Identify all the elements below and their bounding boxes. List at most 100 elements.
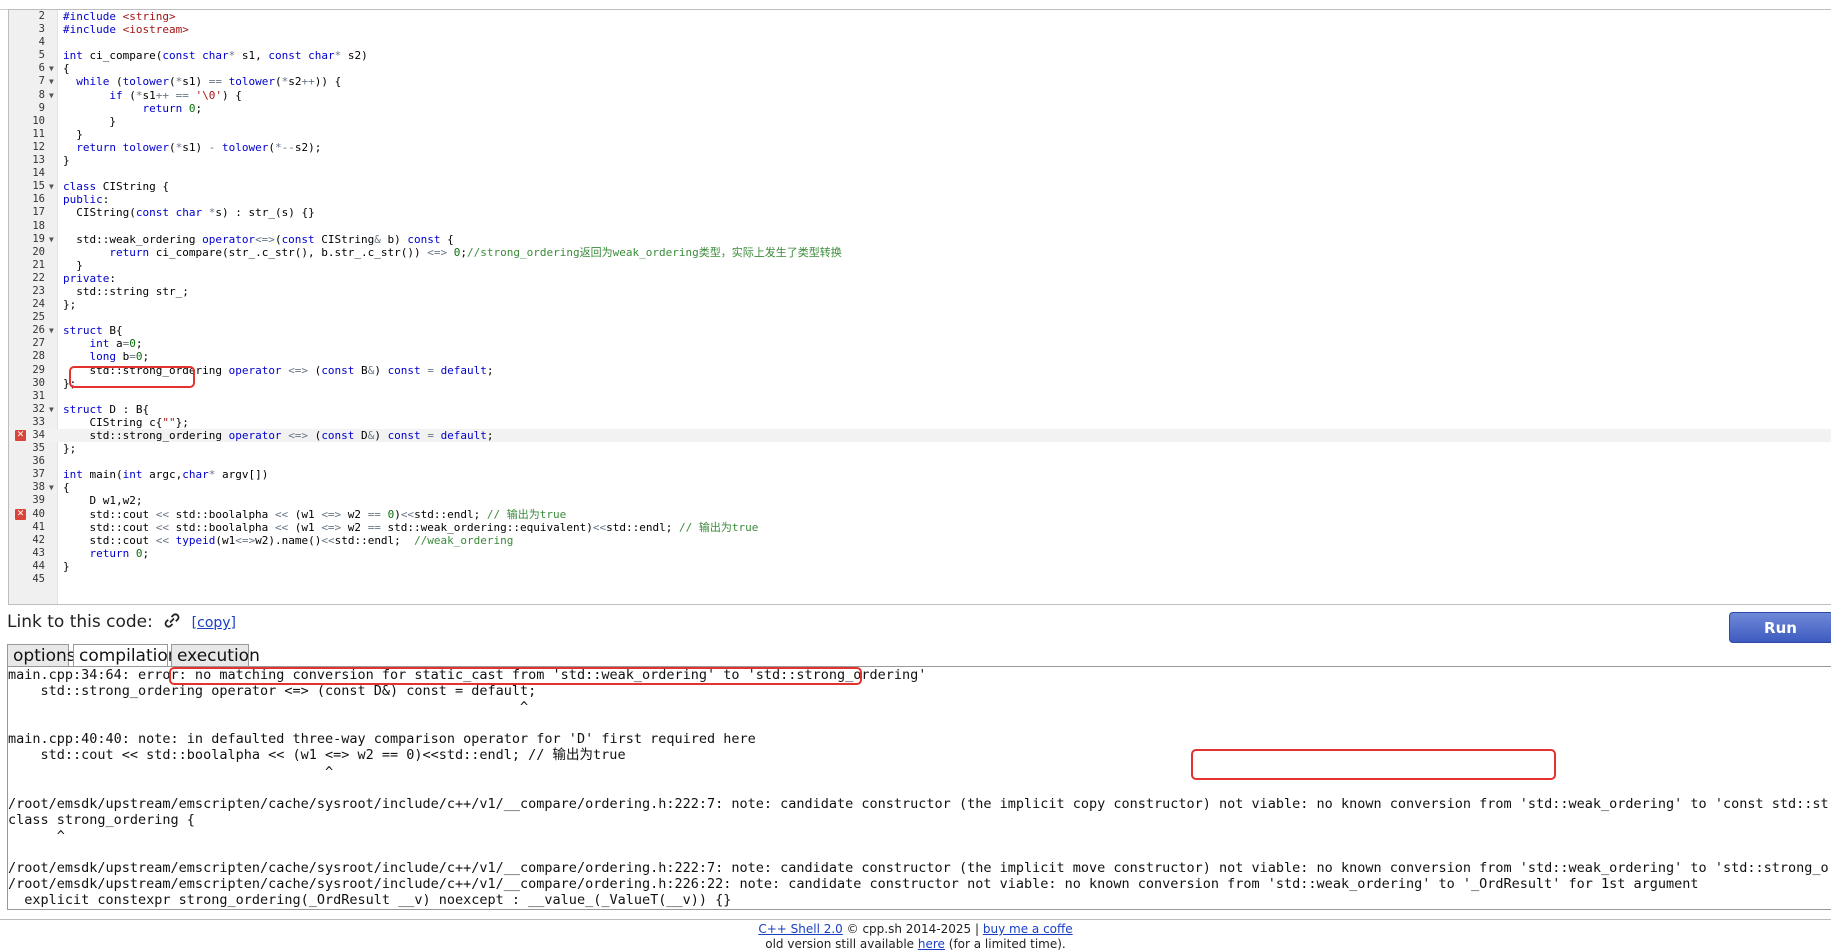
code-line[interactable]: 8 ▼ if (*s1++ == '\0') {: [9, 89, 1831, 102]
code-text[interactable]: D w1,w2;: [63, 494, 142, 507]
code-line[interactable]: 22 private:: [9, 272, 1831, 285]
code-line[interactable]: 5 int ci_compare(const char* s1, const ch…: [9, 49, 1831, 62]
code-line[interactable]: 12 return tolower(*s1) - tolower(*--s2);: [9, 141, 1831, 154]
code-line[interactable]: 27 int a=0;: [9, 337, 1831, 350]
code-line[interactable]: 30};: [9, 377, 1831, 390]
tab-execution[interactable]: execution: [171, 644, 260, 666]
code-text[interactable]: private:: [63, 272, 116, 285]
code-text[interactable]: };: [63, 298, 76, 311]
code-text[interactable]: CIString(const char *s) : str_(s) {}: [63, 206, 314, 219]
code-line[interactable]: 23 std::string str_;: [9, 285, 1831, 298]
code-text[interactable]: #include <iostream>: [63, 23, 189, 36]
code-text[interactable]: return 0;: [63, 547, 150, 560]
code-line[interactable]: 31: [9, 390, 1831, 403]
code-text[interactable]: class CIString {: [63, 180, 169, 193]
code-text[interactable]: int a=0;: [63, 337, 143, 350]
code-line[interactable]: 37 int main(int argc,char* argv[]): [9, 468, 1831, 481]
code-line[interactable]: 36: [9, 455, 1831, 468]
code-line[interactable]: 4: [9, 36, 1831, 49]
code-text[interactable]: std::string str_;: [63, 285, 189, 298]
code-line[interactable]: 24};: [9, 298, 1831, 311]
old-version-here-link[interactable]: here: [918, 937, 945, 951]
code-line[interactable]: 45: [9, 573, 1831, 586]
code-line[interactable]: 42 std::cout << typeid(w1<=>w2).name()<<…: [9, 534, 1831, 547]
fold-toggle-icon[interactable]: ▼: [49, 403, 54, 416]
code-line[interactable]: ✕ 34 std::strong_ordering operator <=> (c…: [9, 429, 1831, 443]
code-line[interactable]: 2 #include <string>: [9, 10, 1831, 23]
code-line[interactable]: 39 D w1,w2;: [9, 494, 1831, 507]
code-line[interactable]: 16 public:: [9, 193, 1831, 206]
fold-toggle-icon[interactable]: ▼: [49, 324, 54, 337]
line-number: 16: [32, 193, 45, 206]
code-line[interactable]: 17 CIString(const char *s) : str_(s) {}: [9, 206, 1831, 219]
code-text[interactable]: }: [63, 560, 70, 573]
run-button[interactable]: Run: [1729, 612, 1831, 643]
code-text[interactable]: struct B{: [63, 324, 123, 337]
cpp-shell-link[interactable]: C++ Shell 2.0: [758, 922, 842, 936]
code-editor[interactable]: 2 #include <string> 3 #include <iostream> 4 5…: [8, 9, 1831, 605]
fold-toggle-icon[interactable]: ▼: [49, 75, 54, 88]
code-text[interactable]: int main(int argc,char* argv[]): [63, 468, 268, 481]
code-line[interactable]: 3 #include <iostream>: [9, 23, 1831, 36]
code-text[interactable]: while (tolower(*s1) == tolower(*s2++)) {: [63, 75, 341, 88]
code-text[interactable]: public:: [63, 193, 109, 206]
code-text[interactable]: return ci_compare(str_.c_str(), b.str_.c…: [63, 246, 841, 259]
code-line[interactable]: 43 return 0;: [9, 547, 1831, 560]
code-text[interactable]: }: [63, 154, 70, 167]
code-text[interactable]: std::cout << std::boolalpha << (w1 <=> w…: [63, 521, 758, 534]
code-text[interactable]: {: [63, 62, 70, 75]
code-line[interactable]: 20 return ci_compare(str_.c_str(), b.str…: [9, 246, 1831, 259]
code-line[interactable]: 29 std::strong_ordering operator <=> (co…: [9, 364, 1831, 377]
code-line[interactable]: 6 ▼ {: [9, 62, 1831, 75]
code-text[interactable]: std::cout << typeid(w1<=>w2).name()<<std…: [63, 534, 513, 547]
code-text[interactable]: if (*s1++ == '\0') {: [63, 89, 242, 102]
tab-compilation[interactable]: compilation: [73, 644, 179, 666]
code-line[interactable]: 7 ▼ while (tolower(*s1) == tolower(*s2++)…: [9, 75, 1831, 88]
code-text[interactable]: std::weak_ordering operator<=>(const CIS…: [63, 233, 454, 246]
fold-toggle-icon[interactable]: ▼: [49, 89, 54, 102]
code-text[interactable]: long b=0;: [63, 350, 150, 363]
code-lines[interactable]: 2 #include <string> 3 #include <iostream> 4 5…: [9, 10, 1831, 586]
output-line: class strong_ordering {: [8, 811, 195, 828]
code-line[interactable]: 9 return 0;: [9, 102, 1831, 115]
code-text[interactable]: };: [63, 442, 76, 455]
code-text[interactable]: return 0;: [63, 102, 202, 115]
code-text[interactable]: CIString c{""};: [63, 416, 188, 429]
code-line[interactable]: 14: [9, 167, 1831, 180]
code-line[interactable]: 41 std::cout << std::boolalpha << (w1 <=…: [9, 521, 1831, 534]
fold-toggle-icon[interactable]: ▼: [49, 233, 54, 246]
code-text[interactable]: }: [63, 128, 83, 141]
code-text[interactable]: return tolower(*s1) - tolower(*--s2);: [63, 141, 321, 154]
code-text[interactable]: int ci_compare(const char* s1, const cha…: [63, 49, 368, 62]
code-line[interactable]: 32 ▼ struct D : B{: [9, 403, 1831, 416]
code-line[interactable]: 26 ▼ struct B{: [9, 324, 1831, 337]
code-line[interactable]: 18: [9, 220, 1831, 233]
fold-toggle-icon[interactable]: ▼: [49, 180, 54, 193]
code-text[interactable]: struct D : B{: [63, 403, 149, 416]
code-text[interactable]: {: [63, 481, 70, 494]
code-line[interactable]: 33 CIString c{""};: [9, 416, 1831, 429]
code-line[interactable]: 38 ▼ {: [9, 481, 1831, 494]
tab-options[interactable]: options: [7, 644, 76, 666]
code-text[interactable]: std::cout << std::boolalpha << (w1 <=> w…: [63, 508, 566, 521]
fold-toggle-icon[interactable]: ▼: [49, 62, 54, 75]
copy-link[interactable]: [copy]: [192, 615, 236, 631]
code-text[interactable]: std::strong_ordering operator <=> (const…: [63, 429, 493, 442]
fold-toggle-icon[interactable]: ▼: [49, 481, 54, 494]
code-line[interactable]: 35};: [9, 442, 1831, 455]
code-line[interactable]: 11 }: [9, 128, 1831, 141]
code-line[interactable]: ✕ 40 std::cout << std::boolalpha << (w1 <…: [9, 508, 1831, 521]
code-text[interactable]: #include <string>: [63, 10, 176, 23]
code-line[interactable]: 10 }: [9, 115, 1831, 128]
code-line[interactable]: 13}: [9, 154, 1831, 167]
code-line[interactable]: 28 long b=0;: [9, 350, 1831, 363]
code-text[interactable]: }: [63, 259, 83, 272]
error-highlight-box: [69, 366, 195, 388]
code-line[interactable]: 21 }: [9, 259, 1831, 272]
code-line[interactable]: 19 ▼ std::weak_ordering operator<=>(const…: [9, 233, 1831, 246]
code-line[interactable]: 25: [9, 311, 1831, 324]
code-text[interactable]: }: [63, 115, 116, 128]
code-line[interactable]: 44}: [9, 560, 1831, 573]
coffee-link[interactable]: buy me a coffe: [983, 922, 1073, 936]
code-line[interactable]: 15 ▼ class CIString {: [9, 180, 1831, 193]
